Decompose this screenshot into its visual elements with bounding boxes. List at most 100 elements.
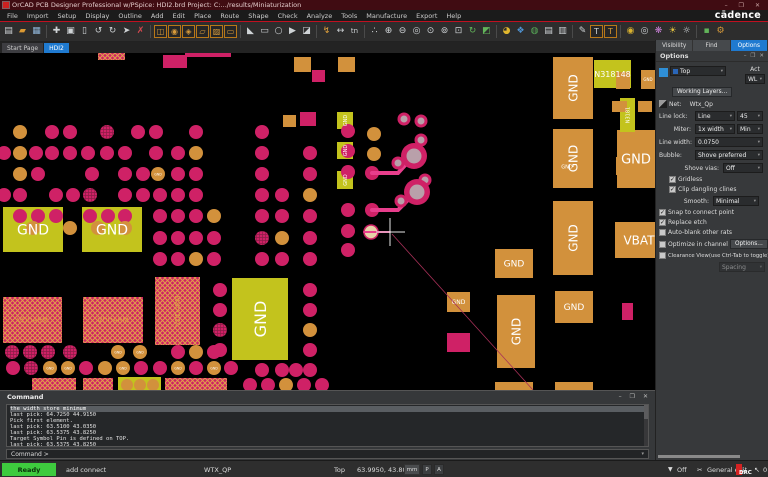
etch-tool-icon[interactable]: ▨ <box>210 25 223 38</box>
pad-rect[interactable] <box>185 53 231 57</box>
pad[interactable] <box>49 209 63 223</box>
panel-tab-options[interactable]: Options <box>731 40 768 51</box>
pad-rect[interactable] <box>312 70 325 82</box>
slide-icon[interactable]: ↔ <box>334 25 347 38</box>
zoom-fit-icon[interactable]: ◎ <box>410 25 423 38</box>
doc-tab-hdi2[interactable]: HDI2 <box>44 43 69 53</box>
auto-blank-checkbox[interactable] <box>659 229 666 236</box>
menu-help[interactable]: Help <box>446 12 461 20</box>
pad[interactable] <box>255 188 269 202</box>
pad[interactable] <box>275 188 289 202</box>
pad[interactable] <box>303 343 317 357</box>
pad[interactable] <box>171 188 185 202</box>
pin-tool-icon[interactable]: ◈ <box>182 25 195 38</box>
smooth-select[interactable]: Minimal▾ <box>713 196 759 206</box>
color-priority-icon[interactable]: ❖ <box>514 25 527 38</box>
pad[interactable] <box>255 209 269 223</box>
text-add-icon[interactable]: T <box>590 25 603 38</box>
pad-rect[interactable] <box>447 333 470 352</box>
pad-rect[interactable] <box>555 382 593 390</box>
pad-rect[interactable] <box>294 57 311 72</box>
pad[interactable] <box>29 146 43 160</box>
status-units-button[interactable]: mm <box>404 464 420 475</box>
redraw-icon[interactable]: ◩ <box>480 25 493 38</box>
pad[interactable] <box>118 188 132 202</box>
pad-rect[interactable] <box>338 57 355 72</box>
pcb-design-view[interactable]: GNDGNDGNDGNDGNDGNDGNDGNDGNDGNDGNDVDDARMV… <box>0 53 655 390</box>
pad[interactable] <box>41 345 55 359</box>
pad[interactable] <box>6 361 20 375</box>
unpin-icon[interactable]: ✗ <box>134 25 147 38</box>
pad-rect[interactable] <box>300 112 316 126</box>
pad[interactable] <box>153 252 167 266</box>
pad-rect[interactable] <box>32 378 76 390</box>
drc-tool-icon[interactable]: ▭ <box>224 25 237 38</box>
pad[interactable] <box>303 283 317 297</box>
line-width-select[interactable]: 0.0750▾ <box>695 137 763 147</box>
menu-add[interactable]: Add <box>151 12 164 20</box>
command-close-icon[interactable]: ✕ <box>643 393 648 400</box>
pad[interactable] <box>341 224 355 238</box>
pad[interactable] <box>118 146 132 160</box>
pad[interactable] <box>275 363 289 377</box>
pad[interactable] <box>153 188 167 202</box>
pad[interactable] <box>255 167 269 181</box>
padstack-edit-icon[interactable]: ◫ <box>154 25 167 38</box>
run-script-icon[interactable]: ▶ <box>286 25 299 38</box>
menu-analyze[interactable]: Analyze <box>307 12 333 20</box>
drc-status-badge[interactable]: ⚠DRC <box>736 464 742 475</box>
pad-rect[interactable] <box>638 101 652 112</box>
pad[interactable] <box>13 125 27 139</box>
pad[interactable] <box>303 209 317 223</box>
pad[interactable] <box>224 361 238 375</box>
pad[interactable] <box>149 146 163 160</box>
pad-rect[interactable] <box>283 115 296 127</box>
pad[interactable] <box>255 252 269 266</box>
menu-check[interactable]: Check <box>278 12 298 20</box>
pad-rect[interactable] <box>163 55 187 68</box>
panel-tab-visibility[interactable]: Visibility <box>656 40 693 51</box>
pad[interactable] <box>63 146 77 160</box>
pad[interactable] <box>0 146 11 160</box>
pad[interactable] <box>13 188 27 202</box>
menu-manufacture[interactable]: Manufacture <box>366 12 407 20</box>
highlight-icon[interactable]: ◉ <box>624 25 637 38</box>
pad[interactable] <box>153 231 167 245</box>
pad[interactable] <box>275 252 289 266</box>
tune-delay-icon[interactable]: tn <box>348 25 361 38</box>
dehighlight-icon[interactable]: ◎ <box>638 25 651 38</box>
pad[interactable] <box>189 231 203 245</box>
panel-minimize-icon[interactable]: – <box>744 53 747 59</box>
gridless-checkbox[interactable] <box>669 176 676 183</box>
menu-edit[interactable]: Edit <box>172 12 185 20</box>
pad[interactable] <box>171 345 185 359</box>
pad[interactable] <box>131 125 145 139</box>
pad[interactable] <box>83 209 97 223</box>
new-file-icon[interactable]: ▤ <box>2 25 15 38</box>
optimize-checkbox[interactable] <box>659 241 666 248</box>
menu-file[interactable]: File <box>7 12 18 20</box>
panel-float-icon[interactable]: ❒ <box>750 53 755 59</box>
settings-icon[interactable]: ⚙ <box>714 25 727 38</box>
pad[interactable] <box>63 125 77 139</box>
pad[interactable] <box>189 345 203 359</box>
pad[interactable] <box>45 146 59 160</box>
zoom-select-icon[interactable]: ⊡ <box>452 25 465 38</box>
pad[interactable] <box>367 147 381 161</box>
zoom-previous-icon[interactable]: ⊚ <box>438 25 451 38</box>
pad[interactable] <box>275 231 289 245</box>
pad[interactable] <box>213 303 227 317</box>
via-tool-icon[interactable]: ◉ <box>168 25 181 38</box>
command-scrollbar-thumb[interactable] <box>644 405 648 419</box>
pad[interactable] <box>149 125 163 139</box>
optimize-options-button[interactable]: Options... <box>730 239 768 249</box>
pad[interactable] <box>279 378 293 390</box>
pad[interactable] <box>171 252 185 266</box>
command-scrollbar[interactable] <box>644 405 648 446</box>
pad[interactable] <box>255 125 269 139</box>
pad[interactable] <box>275 209 289 223</box>
pad[interactable] <box>303 363 317 377</box>
pad[interactable] <box>100 146 114 160</box>
save-icon[interactable]: ▦ <box>30 25 43 38</box>
shadow-mode-icon[interactable]: ◍ <box>528 25 541 38</box>
